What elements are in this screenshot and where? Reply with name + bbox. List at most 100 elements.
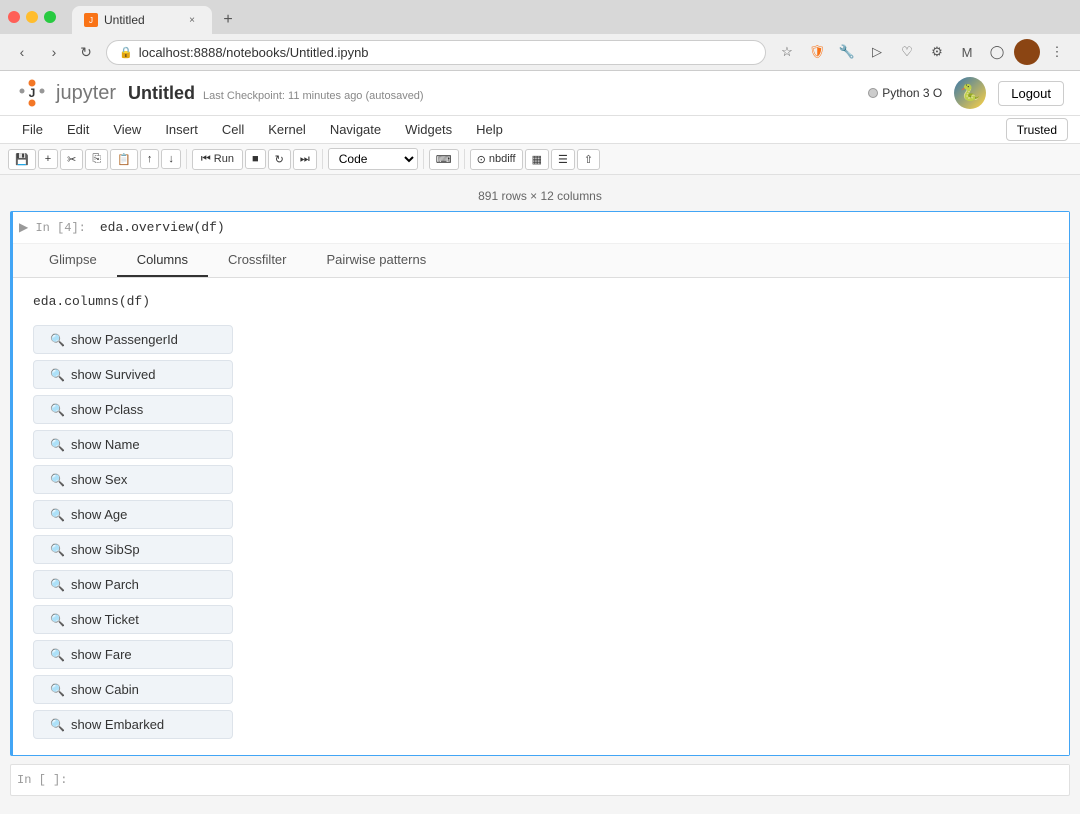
kernel-indicator: Python 3 O xyxy=(868,86,942,100)
col-btn-survived[interactable]: 🔍 show Survived xyxy=(33,360,233,389)
keyboard-icon: ⌨ xyxy=(436,153,452,166)
back-button[interactable]: ‹ xyxy=(10,40,34,64)
menu-insert[interactable]: Insert xyxy=(155,118,208,141)
tab-glimpse[interactable]: Glimpse xyxy=(29,244,117,277)
cell-toolbar: 💾 + ✂ ⎘ 📋 ↑ ↓ ⏮ Run ■ ↻ ⏭ xyxy=(0,144,1080,175)
empty-cell-label: In [ ]: xyxy=(11,765,81,795)
minimize-button[interactable] xyxy=(26,11,38,23)
col-label-2: show Pclass xyxy=(71,402,143,417)
col-btn-age[interactable]: 🔍 show Age xyxy=(33,500,233,529)
col-btn-pclass[interactable]: 🔍 show Pclass xyxy=(33,395,233,424)
cell-type-select[interactable]: Code Markdown Raw xyxy=(328,148,418,170)
menu-widgets[interactable]: Widgets xyxy=(395,118,462,141)
search-icon-0: 🔍 xyxy=(50,333,65,347)
tab-pairwise[interactable]: Pairwise patterns xyxy=(307,244,447,277)
menu-navigate[interactable]: Navigate xyxy=(320,118,391,141)
ext5-icon[interactable]: M xyxy=(954,39,980,65)
trusted-button[interactable]: Trusted xyxy=(1006,118,1068,141)
close-button[interactable] xyxy=(8,11,20,23)
ext1-icon[interactable]: 🔧 xyxy=(834,39,860,65)
url-text: localhost:8888/notebooks/Untitled.ipynb xyxy=(139,45,369,60)
menu-icon[interactable]: ⋮ xyxy=(1044,39,1070,65)
menu-view[interactable]: View xyxy=(103,118,151,141)
brave-icon[interactable]: 🛡 xyxy=(804,39,830,65)
new-tab-button[interactable]: + xyxy=(214,6,242,34)
keyboard-button[interactable]: ⌨ xyxy=(429,149,459,170)
tab-bar: J Untitled × + xyxy=(64,0,1080,34)
maximize-button[interactable] xyxy=(44,11,56,23)
save-button[interactable]: 💾 xyxy=(8,149,36,170)
stop-button[interactable]: ■ xyxy=(245,149,266,169)
cell-code[interactable]: eda.overview(df) xyxy=(92,212,1069,243)
copy-cell-button[interactable]: ⎘ xyxy=(85,149,108,170)
bookmark-icon[interactable]: ☆ xyxy=(774,39,800,65)
paste-cell-button[interactable]: 📋 xyxy=(110,149,138,170)
jupyter-header: J jupyter Untitled Last Checkpoint: 11 m… xyxy=(0,71,1080,116)
nbdiff-button[interactable]: ⊙ nbdiff xyxy=(470,149,523,170)
fast-forward-button[interactable]: ⏭ xyxy=(293,149,317,170)
nbdiff-label: nbdiff xyxy=(489,153,516,165)
up-icon: ↑ xyxy=(147,153,153,165)
tab-close-button[interactable]: × xyxy=(184,12,200,28)
col-btn-sibsp[interactable]: 🔍 show SibSp xyxy=(33,535,233,564)
run-button[interactable]: ⏮ Run xyxy=(192,149,243,170)
active-tab[interactable]: J Untitled × xyxy=(72,6,212,34)
move-down-button[interactable]: ↓ xyxy=(161,149,181,169)
list-icon: ☰ xyxy=(558,153,568,166)
forward-button[interactable]: › xyxy=(42,40,66,64)
diff-icon: ⊙ xyxy=(477,153,486,166)
outline-button[interactable]: ☰ xyxy=(551,149,575,170)
tab-columns[interactable]: Columns xyxy=(117,244,208,277)
col-btn-parch[interactable]: 🔍 show Parch xyxy=(33,570,233,599)
menu-bar: File Edit View Insert Cell Kernel Naviga… xyxy=(0,116,1080,144)
ext4-icon[interactable]: ⚙ xyxy=(924,39,950,65)
cut-cell-button[interactable]: ✂ xyxy=(60,149,83,170)
reload-button[interactable]: ↻ xyxy=(74,40,98,64)
ext2-icon[interactable]: ▷ xyxy=(864,39,890,65)
profile-avatar[interactable] xyxy=(1014,39,1040,65)
dataframe-info: 891 rows × 12 columns xyxy=(478,189,602,203)
jupyter-app: J jupyter Untitled Last Checkpoint: 11 m… xyxy=(0,71,1080,814)
col-btn-ticket[interactable]: 🔍 show Ticket xyxy=(33,605,233,634)
col-btn-name[interactable]: 🔍 show Name xyxy=(33,430,233,459)
logout-button[interactable]: Logout xyxy=(998,81,1064,106)
menu-file[interactable]: File xyxy=(12,118,53,141)
tab-crossfilter[interactable]: Crossfilter xyxy=(208,244,307,277)
browser-toolbar-icons: ☆ 🛡 🔧 ▷ ♡ ⚙ M ◯ ⋮ xyxy=(774,39,1070,65)
col-btn-embarked[interactable]: 🔍 show Embarked xyxy=(33,710,233,739)
share-button[interactable]: ⇧ xyxy=(577,149,600,170)
col-btn-cabin[interactable]: 🔍 show Cabin xyxy=(33,675,233,704)
share-icon: ⇧ xyxy=(584,153,593,166)
cell-label: ▶ In [4]: xyxy=(13,212,92,243)
col-label-6: show SibSp xyxy=(71,542,140,557)
url-bar[interactable]: 🔒 localhost:8888/notebooks/Untitled.ipyn… xyxy=(106,40,766,65)
tab-favicon: J xyxy=(84,13,98,27)
empty-cell-code[interactable] xyxy=(81,765,1069,789)
menu-help[interactable]: Help xyxy=(466,118,513,141)
ext3-icon[interactable]: ♡ xyxy=(894,39,920,65)
search-icon-4: 🔍 xyxy=(50,473,65,487)
toolbar-separator-3 xyxy=(423,149,424,169)
add-cell-button[interactable]: + xyxy=(38,149,58,169)
ext6-icon[interactable]: ◯ xyxy=(984,39,1010,65)
variable-inspector-button[interactable]: ▦ xyxy=(525,149,549,170)
col-btn-passengerid[interactable]: 🔍 show PassengerId xyxy=(33,325,233,354)
col-btn-fare[interactable]: 🔍 show Fare xyxy=(33,640,233,669)
output-code: eda.columns(df) xyxy=(33,294,1049,309)
menu-kernel[interactable]: Kernel xyxy=(258,118,316,141)
menu-cell[interactable]: Cell xyxy=(212,118,254,141)
move-up-button[interactable]: ↑ xyxy=(140,149,160,169)
notebook-title[interactable]: Untitled xyxy=(128,83,195,104)
search-icon-2: 🔍 xyxy=(50,403,65,417)
search-icon-10: 🔍 xyxy=(50,683,65,697)
restart-icon: ↻ xyxy=(275,153,284,166)
col-label-11: show Embarked xyxy=(71,717,164,732)
cell-code-text: eda.overview(df) xyxy=(100,220,225,235)
restart-button[interactable]: ↻ xyxy=(268,149,291,170)
col-btn-sex[interactable]: 🔍 show Sex xyxy=(33,465,233,494)
menu-edit[interactable]: Edit xyxy=(57,118,99,141)
col-label-7: show Parch xyxy=(71,577,139,592)
skip-icon: ⏮ xyxy=(201,153,211,166)
empty-cell-number: In [ ]: xyxy=(17,773,67,787)
svg-text:J: J xyxy=(29,86,36,100)
